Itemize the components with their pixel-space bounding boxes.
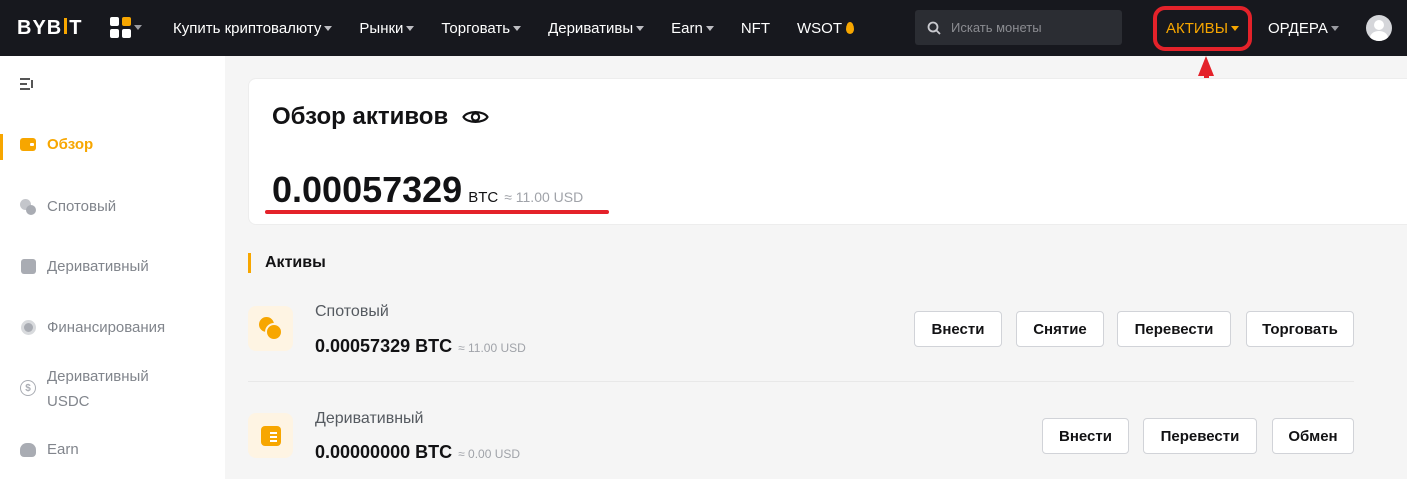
menu-label: Купить криптовалюту	[173, 19, 322, 37]
sidebar-item-label: Спотовый	[47, 198, 117, 215]
asset-row-balance: 0.00057329 BTC ≈ 11.00 USD	[315, 336, 526, 357]
asset-row-value: 0.00000000 BTC	[315, 442, 453, 462]
orders-menu-button[interactable]: ОРДЕРА	[1268, 0, 1339, 56]
coins-icon	[248, 306, 293, 351]
menu-label: Деривативы	[548, 19, 634, 37]
top-navbar: BYB T Купить криптовалюту Рынки Торговать…	[0, 0, 1407, 56]
apps-grid-icon	[110, 17, 131, 38]
asset-row-name: Деривативный	[315, 410, 424, 427]
logo-text: BYB	[17, 17, 63, 39]
menu-trade[interactable]: Торговать	[441, 19, 522, 37]
search-box[interactable]	[915, 10, 1122, 45]
row-divider	[248, 381, 1354, 382]
logo-text-tail: T	[69, 17, 83, 39]
finance-icon	[20, 320, 36, 336]
total-balance-amount: 0.00057329	[272, 169, 463, 210]
annotation-arrow-head	[1198, 56, 1214, 76]
chevron-down-icon	[1330, 25, 1339, 31]
main-menu: Купить криптовалюту Рынки Торговать Дери…	[173, 0, 881, 56]
menu-label: Торговать	[441, 19, 511, 37]
trade-button[interactable]: Торговать	[1246, 311, 1354, 347]
sidebar-item-label: Earn	[47, 441, 79, 458]
asset-row-spot: Спотовый 0.00057329 BTC ≈ 11.00 USD Внес…	[248, 300, 1354, 370]
transfer-button[interactable]: Перевести	[1117, 311, 1231, 347]
assets-label: АКТИВЫ	[1166, 20, 1228, 37]
menu-earn[interactable]: Earn	[671, 20, 714, 37]
wallet-icon	[20, 137, 36, 153]
menu-label: WSOT	[797, 19, 842, 37]
chevron-down-icon	[636, 25, 645, 31]
asset-row-balance: 0.00000000 BTC ≈ 0.00 USD	[315, 442, 520, 463]
apps-menu-button[interactable]	[110, 17, 142, 38]
sidebar-item-label: Деривативный USDC	[47, 368, 149, 410]
sidebar-item-earn[interactable]: Earn	[0, 437, 225, 462]
search-input[interactable]	[951, 20, 1111, 35]
deposit-button[interactable]: Внести	[914, 311, 1002, 347]
total-balance-currency: BTC	[468, 189, 499, 206]
menu-derivatives[interactable]: Деривативы	[548, 19, 645, 37]
exchange-button[interactable]: Обмен	[1272, 418, 1354, 454]
derivatives-icon	[248, 413, 293, 458]
deposit-button[interactable]: Внести	[1042, 418, 1129, 454]
orders-label: ОРДЕРА	[1268, 19, 1328, 37]
withdraw-button[interactable]: Снятие	[1016, 311, 1104, 347]
asset-row-value: 0.00057329 BTC	[315, 336, 453, 356]
asset-row-derivatives: Деривативный 0.00000000 BTC ≈ 0.00 USD В…	[248, 407, 1354, 477]
page-title: Обзор активов	[272, 103, 489, 131]
menu-markets[interactable]: Рынки	[359, 19, 415, 37]
sidebar-item-funding[interactable]: Финансирования	[0, 315, 225, 340]
menu-nft[interactable]: NFT	[741, 20, 770, 37]
menu-label: NFT	[740, 19, 770, 37]
asset-row-usd: ≈ 0.00 USD	[458, 447, 521, 461]
menu-label: Рынки	[359, 19, 404, 37]
transfer-button[interactable]: Перевести	[1143, 418, 1257, 454]
usdc-icon: $	[20, 380, 36, 396]
flame-icon	[846, 22, 854, 34]
logo-bar	[64, 17, 68, 34]
coins-icon	[20, 198, 36, 215]
overview-title-text: Обзор активов	[272, 103, 449, 130]
menu-buy-crypto[interactable]: Купить криптовалюту	[173, 19, 333, 37]
asset-row-name: Спотовый	[315, 303, 389, 320]
eye-icon[interactable]	[462, 108, 489, 126]
sidebar-item-label: Деривативный	[47, 258, 149, 275]
sidebar: Обзор Спотовый Деривативный Финансирован…	[0, 56, 225, 479]
chevron-down-icon	[406, 25, 415, 31]
total-balance: 0.00057329 BTC ≈ 11.00 USD	[272, 169, 583, 211]
chevron-down-icon	[705, 25, 714, 31]
menu-wsot[interactable]: WSOT	[797, 20, 854, 37]
user-avatar[interactable]	[1366, 15, 1392, 41]
chevron-down-icon	[134, 25, 142, 30]
search-icon	[927, 21, 941, 35]
sidebar-item-label: Финансирования	[47, 319, 166, 336]
assets-menu-button[interactable]: АКТИВЫ	[1153, 6, 1252, 51]
derivatives-icon	[20, 259, 36, 275]
chevron-down-icon	[513, 25, 522, 31]
sidebar-item-usdc-derivatives[interactable]: $ Деривативный USDC	[0, 364, 225, 414]
chevron-down-icon	[324, 25, 333, 31]
sidebar-item-label: Обзор	[47, 136, 94, 153]
chevron-down-icon	[1230, 26, 1239, 31]
asset-overview-card: Обзор активов 0.00057329 BTC ≈ 11.00 USD	[248, 78, 1407, 225]
sidebar-item-spot[interactable]: Спотовый	[0, 194, 225, 219]
sidebar-item-overview[interactable]: Обзор	[0, 132, 225, 160]
asset-row-usd: ≈ 11.00 USD	[458, 341, 526, 355]
total-balance-usd: ≈ 11.00 USD	[504, 189, 584, 205]
earn-icon	[20, 442, 36, 458]
bybit-logo[interactable]: BYB T	[17, 17, 82, 40]
menu-label: Earn	[671, 19, 703, 37]
annotation-underline	[265, 210, 609, 214]
sidebar-item-derivatives[interactable]: Деривативный	[0, 254, 225, 279]
assets-section-title: Активы	[248, 253, 326, 273]
collapse-sidebar-icon[interactable]	[20, 77, 36, 91]
